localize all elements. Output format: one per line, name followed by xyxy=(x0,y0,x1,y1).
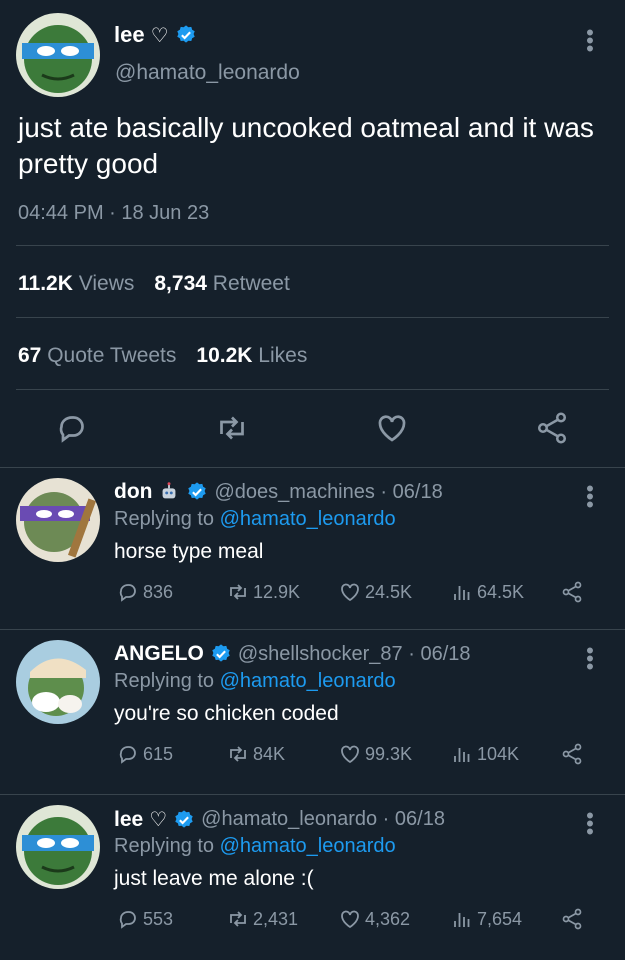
avatar[interactable] xyxy=(16,478,100,562)
like-button[interactable]: 99.3K xyxy=(338,742,412,766)
reply-header: don @does_machines · 06/18 xyxy=(114,480,443,504)
like-icon xyxy=(341,910,359,929)
retweet-icon xyxy=(230,911,246,927)
reply-author-name[interactable]: ANGELO xyxy=(114,642,204,666)
mention-link[interactable]: @hamato_leonardo xyxy=(220,508,396,530)
reply-icon[interactable] xyxy=(54,410,90,446)
like-icon[interactable] xyxy=(374,410,410,446)
reply-button[interactable]: 836 xyxy=(116,580,173,604)
share-icon xyxy=(562,581,582,603)
avatar[interactable] xyxy=(16,13,100,97)
retweet-icon xyxy=(230,746,246,762)
retweet-icon xyxy=(230,584,246,600)
stats-row-quotes-likes: 67 Quote Tweets 10.2K Likes xyxy=(18,344,307,368)
quotes-stat[interactable]: 67 Quote Tweets xyxy=(18,344,176,368)
views-icon xyxy=(454,913,470,927)
share-icon xyxy=(562,908,582,930)
divider xyxy=(16,245,609,246)
more-options-icon[interactable]: • • • xyxy=(585,640,595,678)
retweet-button[interactable]: 84K xyxy=(226,742,285,766)
heart-emoji: ♡ xyxy=(150,24,169,47)
like-button[interactable]: 4,362 xyxy=(338,907,410,931)
avatar[interactable] xyxy=(16,640,100,724)
replying-to: Replying to @hamato_leonardo xyxy=(114,508,396,530)
divider xyxy=(16,317,609,318)
mention-link[interactable]: @hamato_leonardo xyxy=(220,670,396,692)
views-button[interactable]: 104K xyxy=(450,742,519,766)
verified-badge-icon xyxy=(186,481,208,503)
verified-badge-icon xyxy=(173,809,195,831)
reply-button[interactable]: 553 xyxy=(116,907,173,931)
more-options-icon[interactable]: • • • xyxy=(585,478,595,516)
more-options-icon[interactable]: • • • xyxy=(585,22,595,60)
views-button[interactable]: 64.5K xyxy=(450,580,524,604)
reply-action-bar: 836 12.9K 24.5K 64.5K xyxy=(0,580,625,608)
reply-text: horse type meal xyxy=(114,540,264,563)
reply-action-bar: 615 84K 99.3K 104K xyxy=(0,742,625,770)
verified-badge-icon xyxy=(210,643,232,665)
views-stat[interactable]: 11.2K Views xyxy=(18,272,134,296)
like-icon xyxy=(341,583,359,602)
reply-icon xyxy=(119,911,136,929)
reply-action-bar: 553 2,431 4,362 7,654 xyxy=(0,907,625,935)
reply-text: you're so chicken coded xyxy=(114,702,339,725)
reply-button[interactable]: 615 xyxy=(116,742,173,766)
reply-handle-date[interactable]: @does_machines · 06/18 xyxy=(214,481,442,504)
share-icon[interactable] xyxy=(534,410,570,446)
views-icon xyxy=(454,586,470,600)
likes-stat[interactable]: 10.2K Likes xyxy=(196,344,307,368)
heart-emoji: ♡ xyxy=(149,809,168,831)
retweet-button[interactable]: 12.9K xyxy=(226,580,300,604)
reply-tweet[interactable]: ANGELO @shellshocker_87 · 06/18 • • • Repl… xyxy=(0,630,625,794)
reply-header: ANGELO @shellshocker_87 · 06/18 xyxy=(114,642,471,666)
share-button[interactable] xyxy=(560,742,584,766)
like-icon xyxy=(341,745,359,764)
retweet-button[interactable]: 2,431 xyxy=(226,907,298,931)
views-button[interactable]: 7,654 xyxy=(450,907,522,931)
share-button[interactable] xyxy=(560,907,584,931)
author-name[interactable]: lee ♡ xyxy=(114,22,197,48)
reply-author-name[interactable]: don xyxy=(114,480,152,504)
robot-icon xyxy=(158,481,180,503)
reply-icon xyxy=(119,584,136,602)
verified-badge-icon xyxy=(175,24,197,46)
retweet-icon[interactable] xyxy=(214,410,250,446)
tweet-text: just ate basically uncooked oatmeal and … xyxy=(18,112,594,179)
reply-handle-date[interactable]: @hamato_leonardo · 06/18 xyxy=(201,808,445,831)
reply-icon xyxy=(119,746,136,764)
retweets-stat[interactable]: 8,734 Retweet xyxy=(154,272,289,296)
reply-author-name[interactable]: lee xyxy=(114,808,143,832)
share-button[interactable] xyxy=(560,580,584,604)
tweet-action-bar xyxy=(0,410,625,450)
tweet-timestamp[interactable]: 04:44 PM · 18 Jun 23 xyxy=(18,202,209,225)
reply-text: just leave me alone :( xyxy=(114,867,314,890)
reply-header: lee ♡ @hamato_leonardo · 06/18 xyxy=(114,807,445,832)
more-options-icon[interactable]: • • • xyxy=(585,805,595,843)
stats-row-views-retweets: 11.2K Views 8,734 Retweet xyxy=(18,272,290,296)
reply-tweet[interactable]: don @does_machines · 06/18 • • • Replying … xyxy=(0,468,625,629)
avatar[interactable] xyxy=(16,805,100,889)
author-handle[interactable]: @hamato_leonardo xyxy=(115,61,300,85)
share-icon xyxy=(562,743,582,765)
divider xyxy=(16,389,609,390)
like-button[interactable]: 24.5K xyxy=(338,580,412,604)
author-name-text: lee xyxy=(114,22,145,47)
replying-to: Replying to @hamato_leonardo xyxy=(114,835,396,857)
mention-link[interactable]: @hamato_leonardo xyxy=(220,835,396,857)
replying-to: Replying to @hamato_leonardo xyxy=(114,670,396,692)
reply-handle-date[interactable]: @shellshocker_87 · 06/18 xyxy=(238,643,471,666)
reply-tweet[interactable]: lee ♡ @hamato_leonardo · 06/18 • • • Reply… xyxy=(0,795,625,960)
views-icon xyxy=(454,748,470,762)
